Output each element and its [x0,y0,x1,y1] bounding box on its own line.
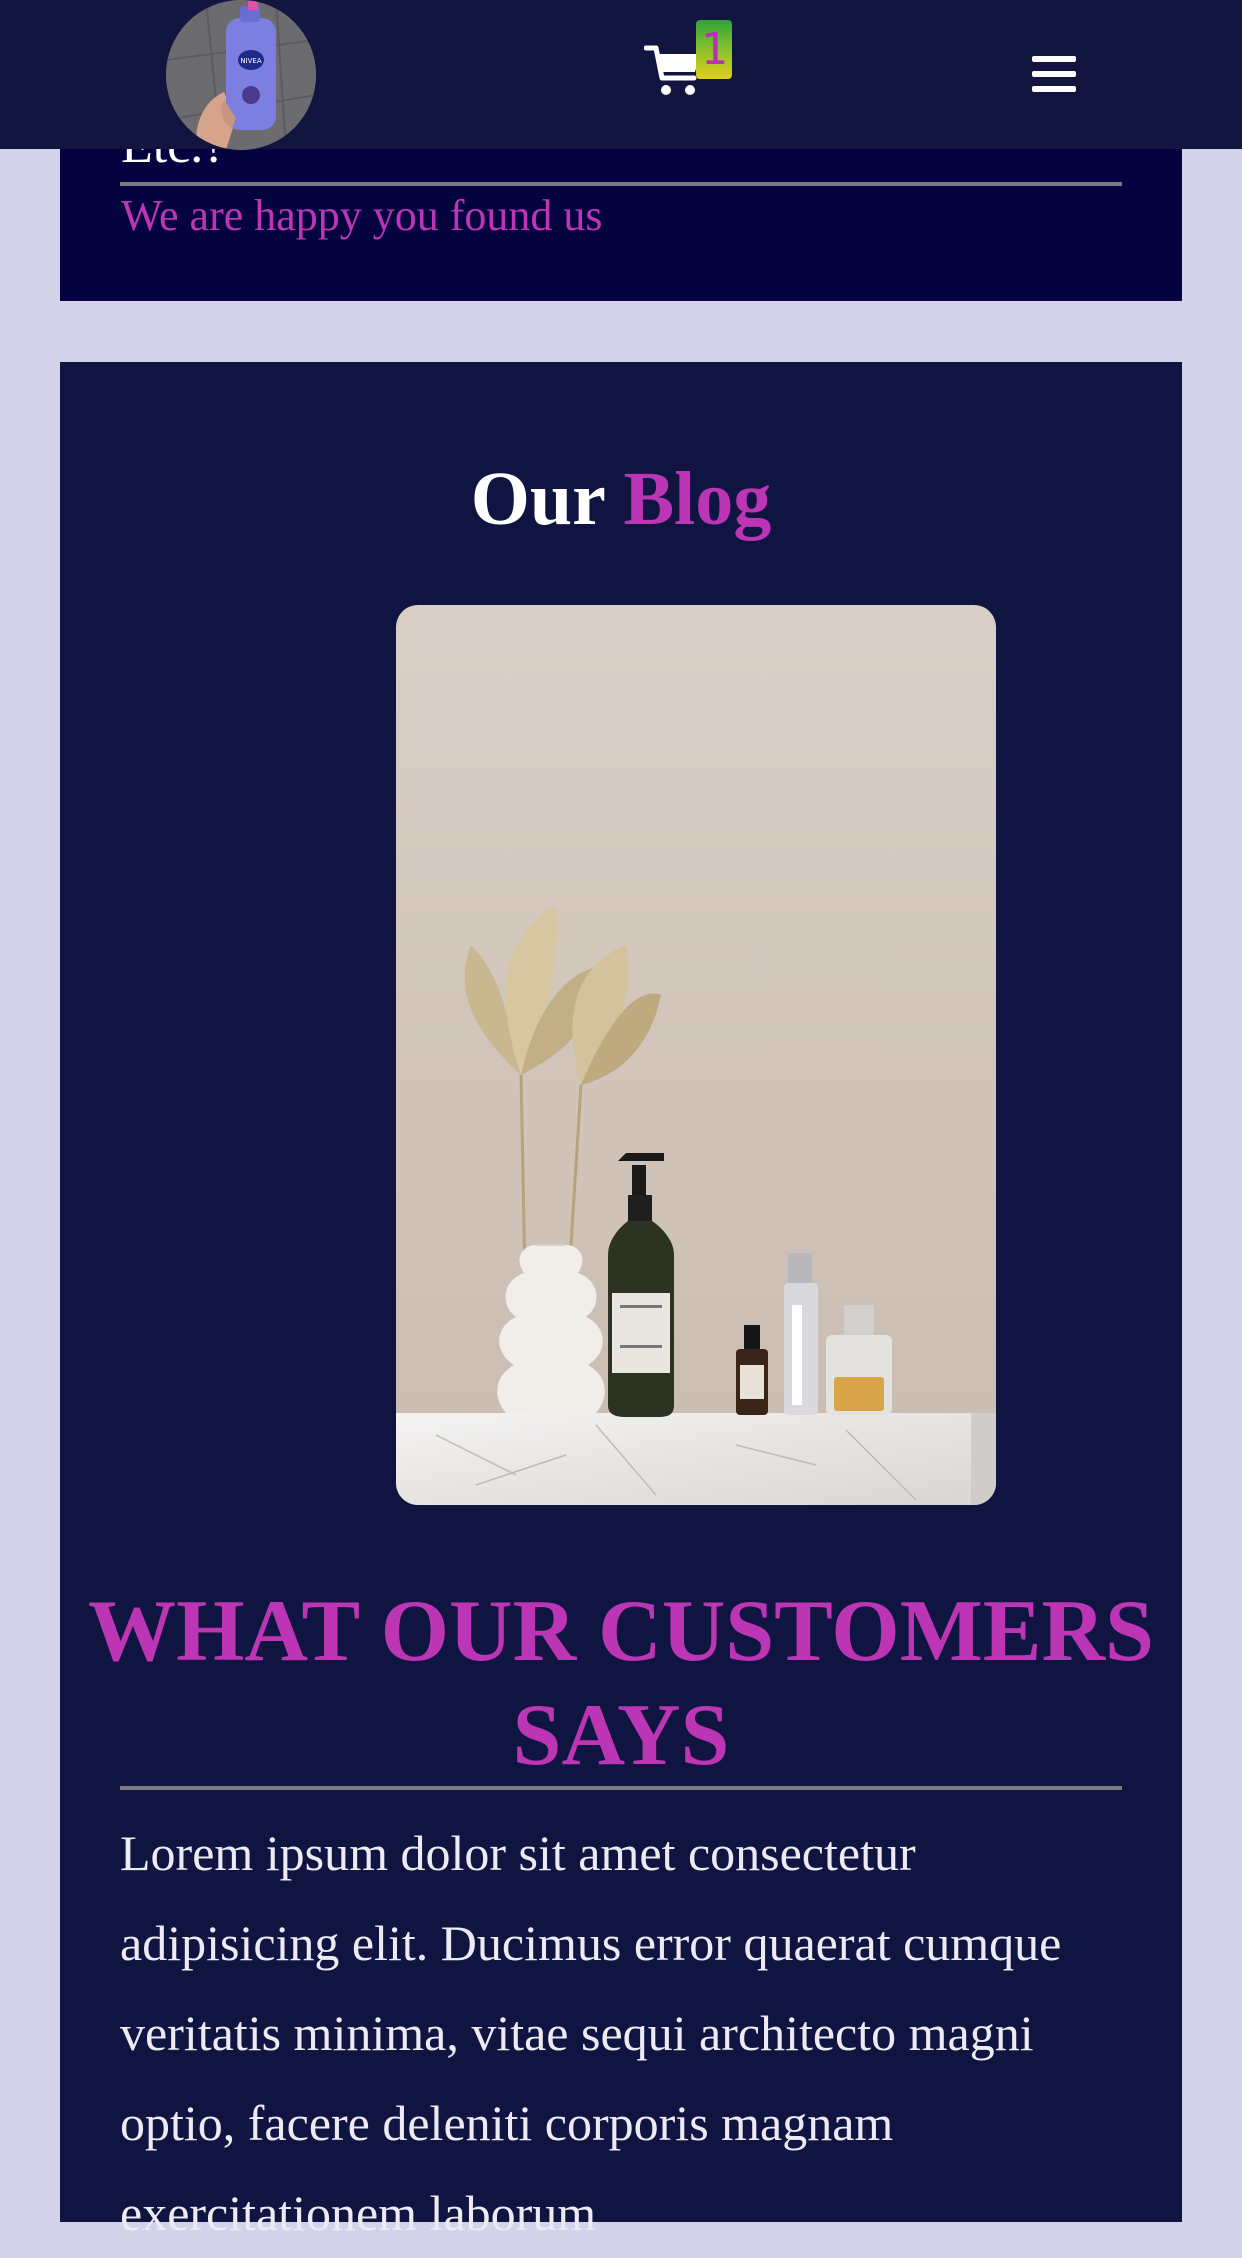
blog-heading: Our Blog [60,454,1182,544]
blog-section: Our Blog WHAT OUR CUSTOMERS SAYS Lorem i… [60,362,1182,2241]
logo-avatar-icon[interactable]: NIVEA [166,0,316,150]
hamburger-menu-icon[interactable] [1032,54,1076,94]
testimonials-divider [120,1786,1122,1790]
testimonials-heading: WHAT OUR CUSTOMERS SAYS [88,1583,1154,1784]
svg-text:NIVEA: NIVEA [240,57,262,65]
top-navbar: NIVEA 1 [0,0,1242,150]
testimonial-text: Lorem ipsum dolor sit amet consectetur a… [120,1825,1062,2241]
hero-subtitle: We are happy you found us [121,191,603,240]
blog-heading-our: Our [470,457,605,541]
blog-heading-blog: Blog [623,457,772,541]
shopping-cart-icon[interactable] [643,44,702,98]
hero-divider [120,182,1122,186]
blog-post-image[interactable] [396,605,996,1505]
cart-count-badge: 1 [696,20,732,79]
